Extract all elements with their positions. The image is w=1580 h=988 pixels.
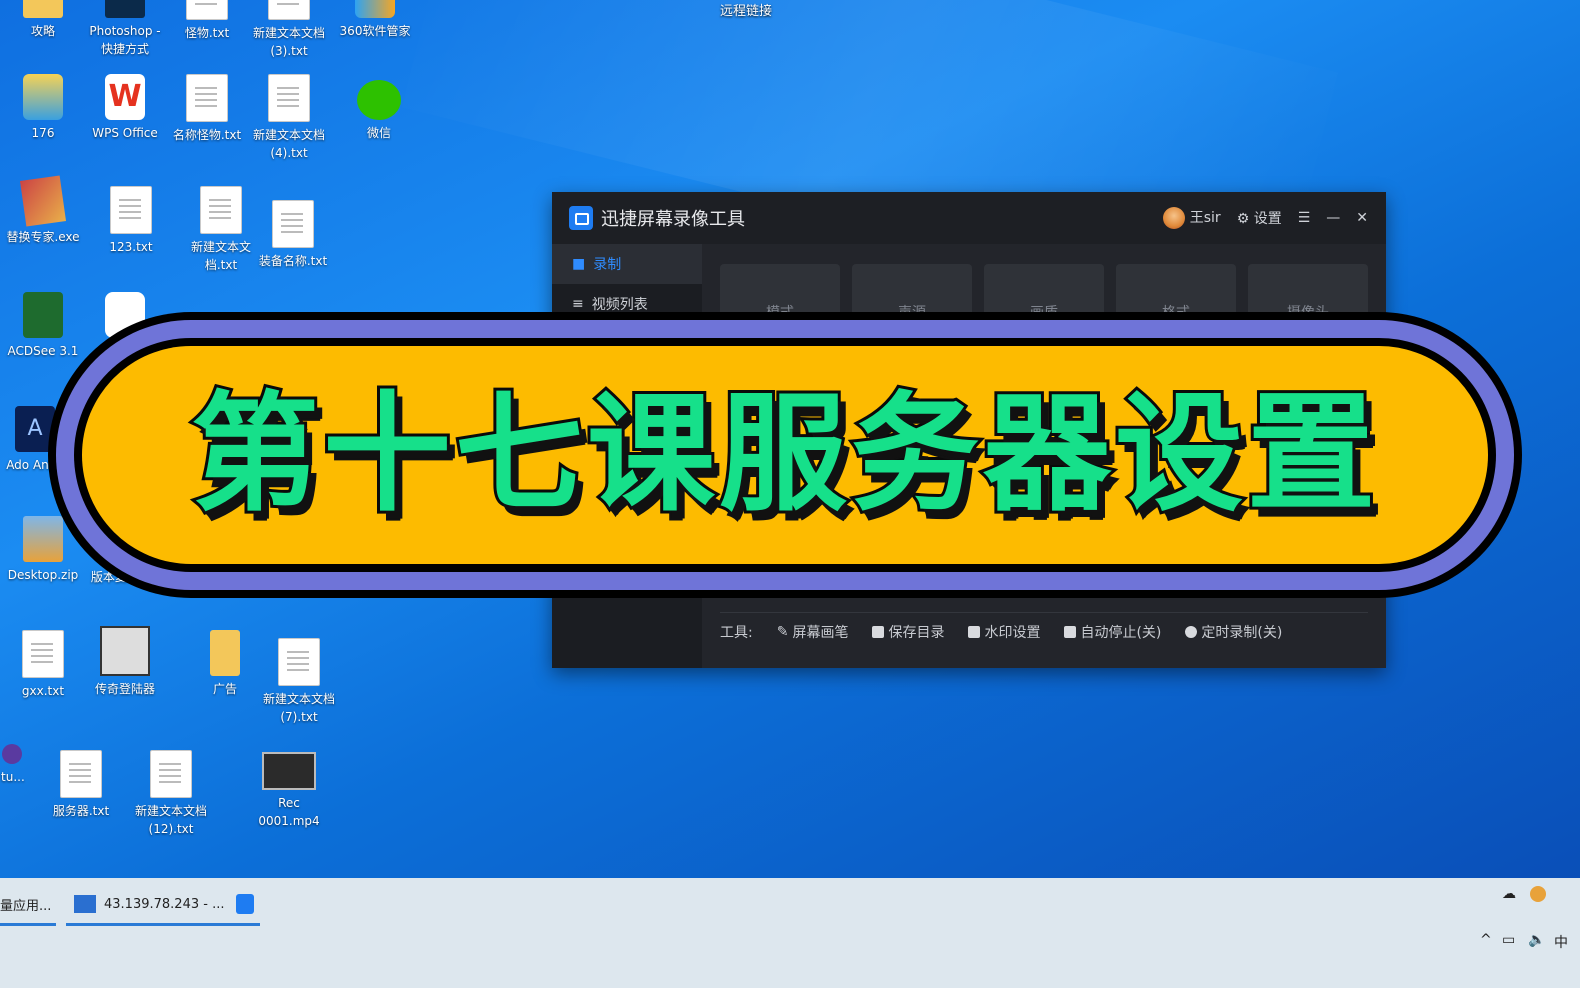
tools-bar: 工具: ✎ 屏幕画笔 保存目录 水印设置 自动停止(关) 定时录制(关)	[720, 622, 1282, 642]
app-176-icon	[23, 74, 63, 120]
text-file-icon	[150, 750, 192, 798]
desktop-icon[interactable]: Rec 0001.mp4	[246, 752, 332, 830]
top-partial-label[interactable]: 远程链接	[720, 0, 772, 19]
text-file-icon	[272, 200, 314, 248]
desktop-icon[interactable]: 新建文本文档 (4).txt	[246, 74, 332, 162]
zip-archive-icon	[23, 516, 63, 562]
desktop-icon[interactable]: 新建文本文档 (12).txt	[128, 750, 214, 838]
settings-button[interactable]: ⚙ 设置	[1237, 208, 1282, 228]
sidebar-item-record[interactable]: ■ 录制	[552, 244, 702, 284]
desktop-icon[interactable]: 176	[0, 74, 86, 142]
folder-icon	[23, 0, 63, 18]
window-titlebar[interactable]: 迅捷屏幕录像工具 王sir ⚙ 设置 ☰ — ✕	[552, 192, 1386, 244]
wps-icon: W	[105, 74, 145, 120]
desktop-icon[interactable]: 服务器.txt	[38, 750, 124, 820]
desktop-icon[interactable]: gxx.txt	[0, 630, 86, 700]
desktop-icon[interactable]: 新建文本文档 (3).txt	[246, 0, 332, 60]
acdsee-icon	[23, 292, 63, 338]
desktop-icon[interactable]: Photoshop - 快捷方式	[82, 0, 168, 58]
auto-stop-button[interactable]: 自动停止(关)	[1064, 622, 1161, 642]
desktop: 远程链接 攻略 Photoshop - 快捷方式 怪物.txt 新建文本文档 (…	[0, 0, 1580, 878]
user-menu[interactable]: 王sir	[1163, 207, 1221, 229]
taskbar-item[interactable]: 43.139.78.243 - ...	[66, 886, 258, 926]
divider	[720, 612, 1368, 613]
avatar	[1163, 207, 1186, 229]
folder-icon	[210, 630, 240, 676]
taskbar-item[interactable]: 量应用...	[0, 886, 56, 926]
banner-fill: 第十七课服务器设置	[82, 346, 1488, 564]
volume-icon[interactable]: 🔈	[1528, 932, 1545, 948]
active-indicator	[236, 923, 260, 926]
desktop-icon[interactable]: 新建文本文档 (7).txt	[256, 638, 342, 726]
stop-icon	[1064, 626, 1077, 638]
game-launcher-icon	[100, 626, 150, 676]
desktop-icon[interactable]: 替换专家.exe	[0, 175, 86, 246]
remote-desktop-icon	[74, 895, 96, 913]
360-icon	[355, 0, 395, 18]
watermark-button[interactable]: 水印设置	[968, 622, 1040, 642]
tray-app-icon[interactable]	[1530, 886, 1546, 902]
text-file-icon	[22, 630, 64, 678]
window-title: 迅捷屏幕录像工具	[601, 209, 745, 230]
chevron-up-icon[interactable]: ^	[1480, 932, 1492, 948]
desktop-icon[interactable]: 传奇登陆器	[82, 626, 168, 698]
text-file-icon	[110, 186, 152, 234]
wechat-icon	[357, 80, 401, 120]
taskbar-item[interactable]	[236, 886, 260, 926]
desktop-icon[interactable]: ACDSee 3.1	[0, 292, 86, 360]
active-indicator	[66, 923, 258, 926]
network-icon[interactable]: ▭	[1502, 932, 1515, 948]
text-file-icon	[278, 638, 320, 686]
gear-icon: ⚙	[1236, 211, 1250, 227]
cloud-icon[interactable]: ☁	[1502, 886, 1516, 902]
menu-icon[interactable]: ☰	[1298, 210, 1311, 226]
text-file-icon	[268, 74, 310, 122]
text-file-icon	[268, 0, 310, 20]
photoshop-icon	[105, 0, 145, 18]
video-file-icon	[262, 752, 316, 790]
camera-icon: ■	[572, 256, 586, 272]
input-language[interactable]: 中	[1554, 932, 1568, 952]
active-indicator	[0, 923, 56, 926]
taskbar: 量应用... 43.139.78.243 - ... ☁ ^ ▭ 🔈 中	[0, 878, 1580, 988]
recorder-logo-icon	[569, 206, 593, 230]
banner-title: 第十七课服务器设置	[188, 380, 1379, 529]
save-dir-button[interactable]: 保存目录	[872, 622, 944, 642]
watermark-icon	[968, 626, 981, 638]
document-icon	[872, 626, 885, 638]
desktop-icon[interactable]: 装备名称.txt	[250, 200, 336, 270]
desktop-icon[interactable]: 123.txt	[88, 186, 174, 256]
clock-icon	[1185, 626, 1198, 638]
desktop-icon[interactable]: 360软件管家	[332, 0, 418, 40]
replace-tool-icon	[19, 175, 67, 227]
minimize-button[interactable]: —	[1326, 210, 1340, 226]
app-icon	[2, 744, 22, 764]
text-file-icon	[200, 186, 242, 234]
pen-icon: ✎	[776, 624, 789, 640]
close-button[interactable]: ✕	[1356, 210, 1368, 226]
desktop-icon[interactable]: 微信	[336, 80, 422, 142]
desktop-icon[interactable]: 怪物.txt	[164, 0, 250, 42]
list-icon: ≡	[572, 296, 584, 312]
desktop-icon[interactable]: 名称怪物.txt	[164, 74, 250, 144]
screen-pen-button[interactable]: ✎ 屏幕画笔	[777, 622, 849, 642]
timer-record-button[interactable]: 定时录制(关)	[1185, 622, 1282, 642]
title-banner: 第十七课服务器设置	[48, 312, 1522, 598]
text-file-icon	[60, 750, 102, 798]
tools-label: 工具:	[720, 625, 753, 641]
desktop-icon[interactable]: W WPS Office	[82, 74, 168, 142]
text-file-icon	[186, 74, 228, 122]
text-file-icon	[186, 0, 228, 20]
recorder-taskbar-icon	[236, 894, 254, 914]
desktop-icon[interactable]: 攻略	[0, 0, 86, 40]
